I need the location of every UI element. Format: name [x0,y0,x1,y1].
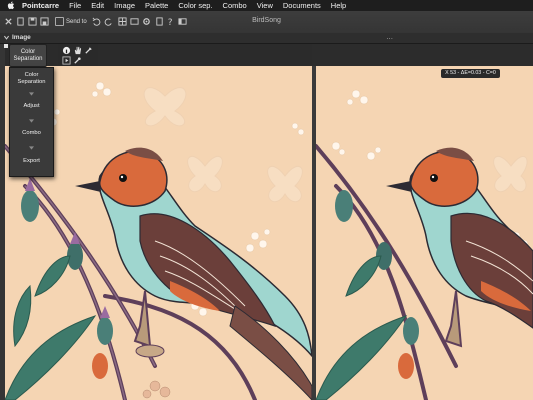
color-separation-tab-line2: Separation [13,55,43,62]
bird-artwork-separated [316,66,533,400]
window-toolbar: Send to ? BirdSong [0,11,533,34]
menu-file[interactable]: File [69,1,81,10]
image-popup-menu: Color Separation Adjust Combo Export [9,67,54,177]
selection-handle[interactable] [4,44,8,48]
menu-item-color-separation[interactable]: Color Separation [10,72,53,86]
chevron-down-icon [29,119,34,123]
menu-app-name[interactable]: Pointcarre [22,1,59,10]
menu-item-adjust[interactable]: Adjust [10,103,53,110]
right-toolbar-strip [312,44,533,66]
info-icon[interactable] [62,46,71,55]
menu-bar: Pointcarre File Edit Image Palette Color… [0,0,533,11]
chevron-down-icon[interactable] [3,34,10,41]
menu-view[interactable]: View [257,1,273,10]
picker-icon[interactable] [73,56,82,65]
menu-color-sep[interactable]: Color sep. [178,1,212,10]
menu-item-color-separation-line1: Color [24,72,39,78]
menu-combo[interactable]: Combo [223,1,247,10]
menu-item-export[interactable]: Export [10,158,53,165]
menu-help[interactable]: Help [331,1,346,10]
more-options[interactable]: ... [386,32,393,41]
hand-icon[interactable] [73,46,82,55]
separated-image-pane[interactable] [316,66,533,400]
color-readout: X 53 - ΔE=0.03 - C=0 [441,69,500,78]
menu-image[interactable]: Image [114,1,135,10]
apple-icon[interactable] [7,1,15,10]
color-separation-tab-line1: Color [20,48,36,55]
image-toolbar: Image ... [0,32,533,44]
menu-item-combo[interactable]: Combo [10,130,53,137]
eyedropper-icon[interactable] [84,46,93,55]
tool-palette [58,44,98,66]
image-menu-button[interactable]: Image [12,34,31,41]
menu-edit[interactable]: Edit [91,1,104,10]
play-icon[interactable] [62,56,71,65]
chevron-down-icon [29,146,34,150]
menu-palette[interactable]: Palette [145,1,168,10]
color-separation-tab[interactable]: Color Separation [9,44,47,67]
menu-item-color-separation-line2: Separation [17,79,46,85]
chevron-down-icon [29,92,34,96]
menu-documents[interactable]: Documents [283,1,321,10]
window-title: BirdSong [252,17,281,24]
